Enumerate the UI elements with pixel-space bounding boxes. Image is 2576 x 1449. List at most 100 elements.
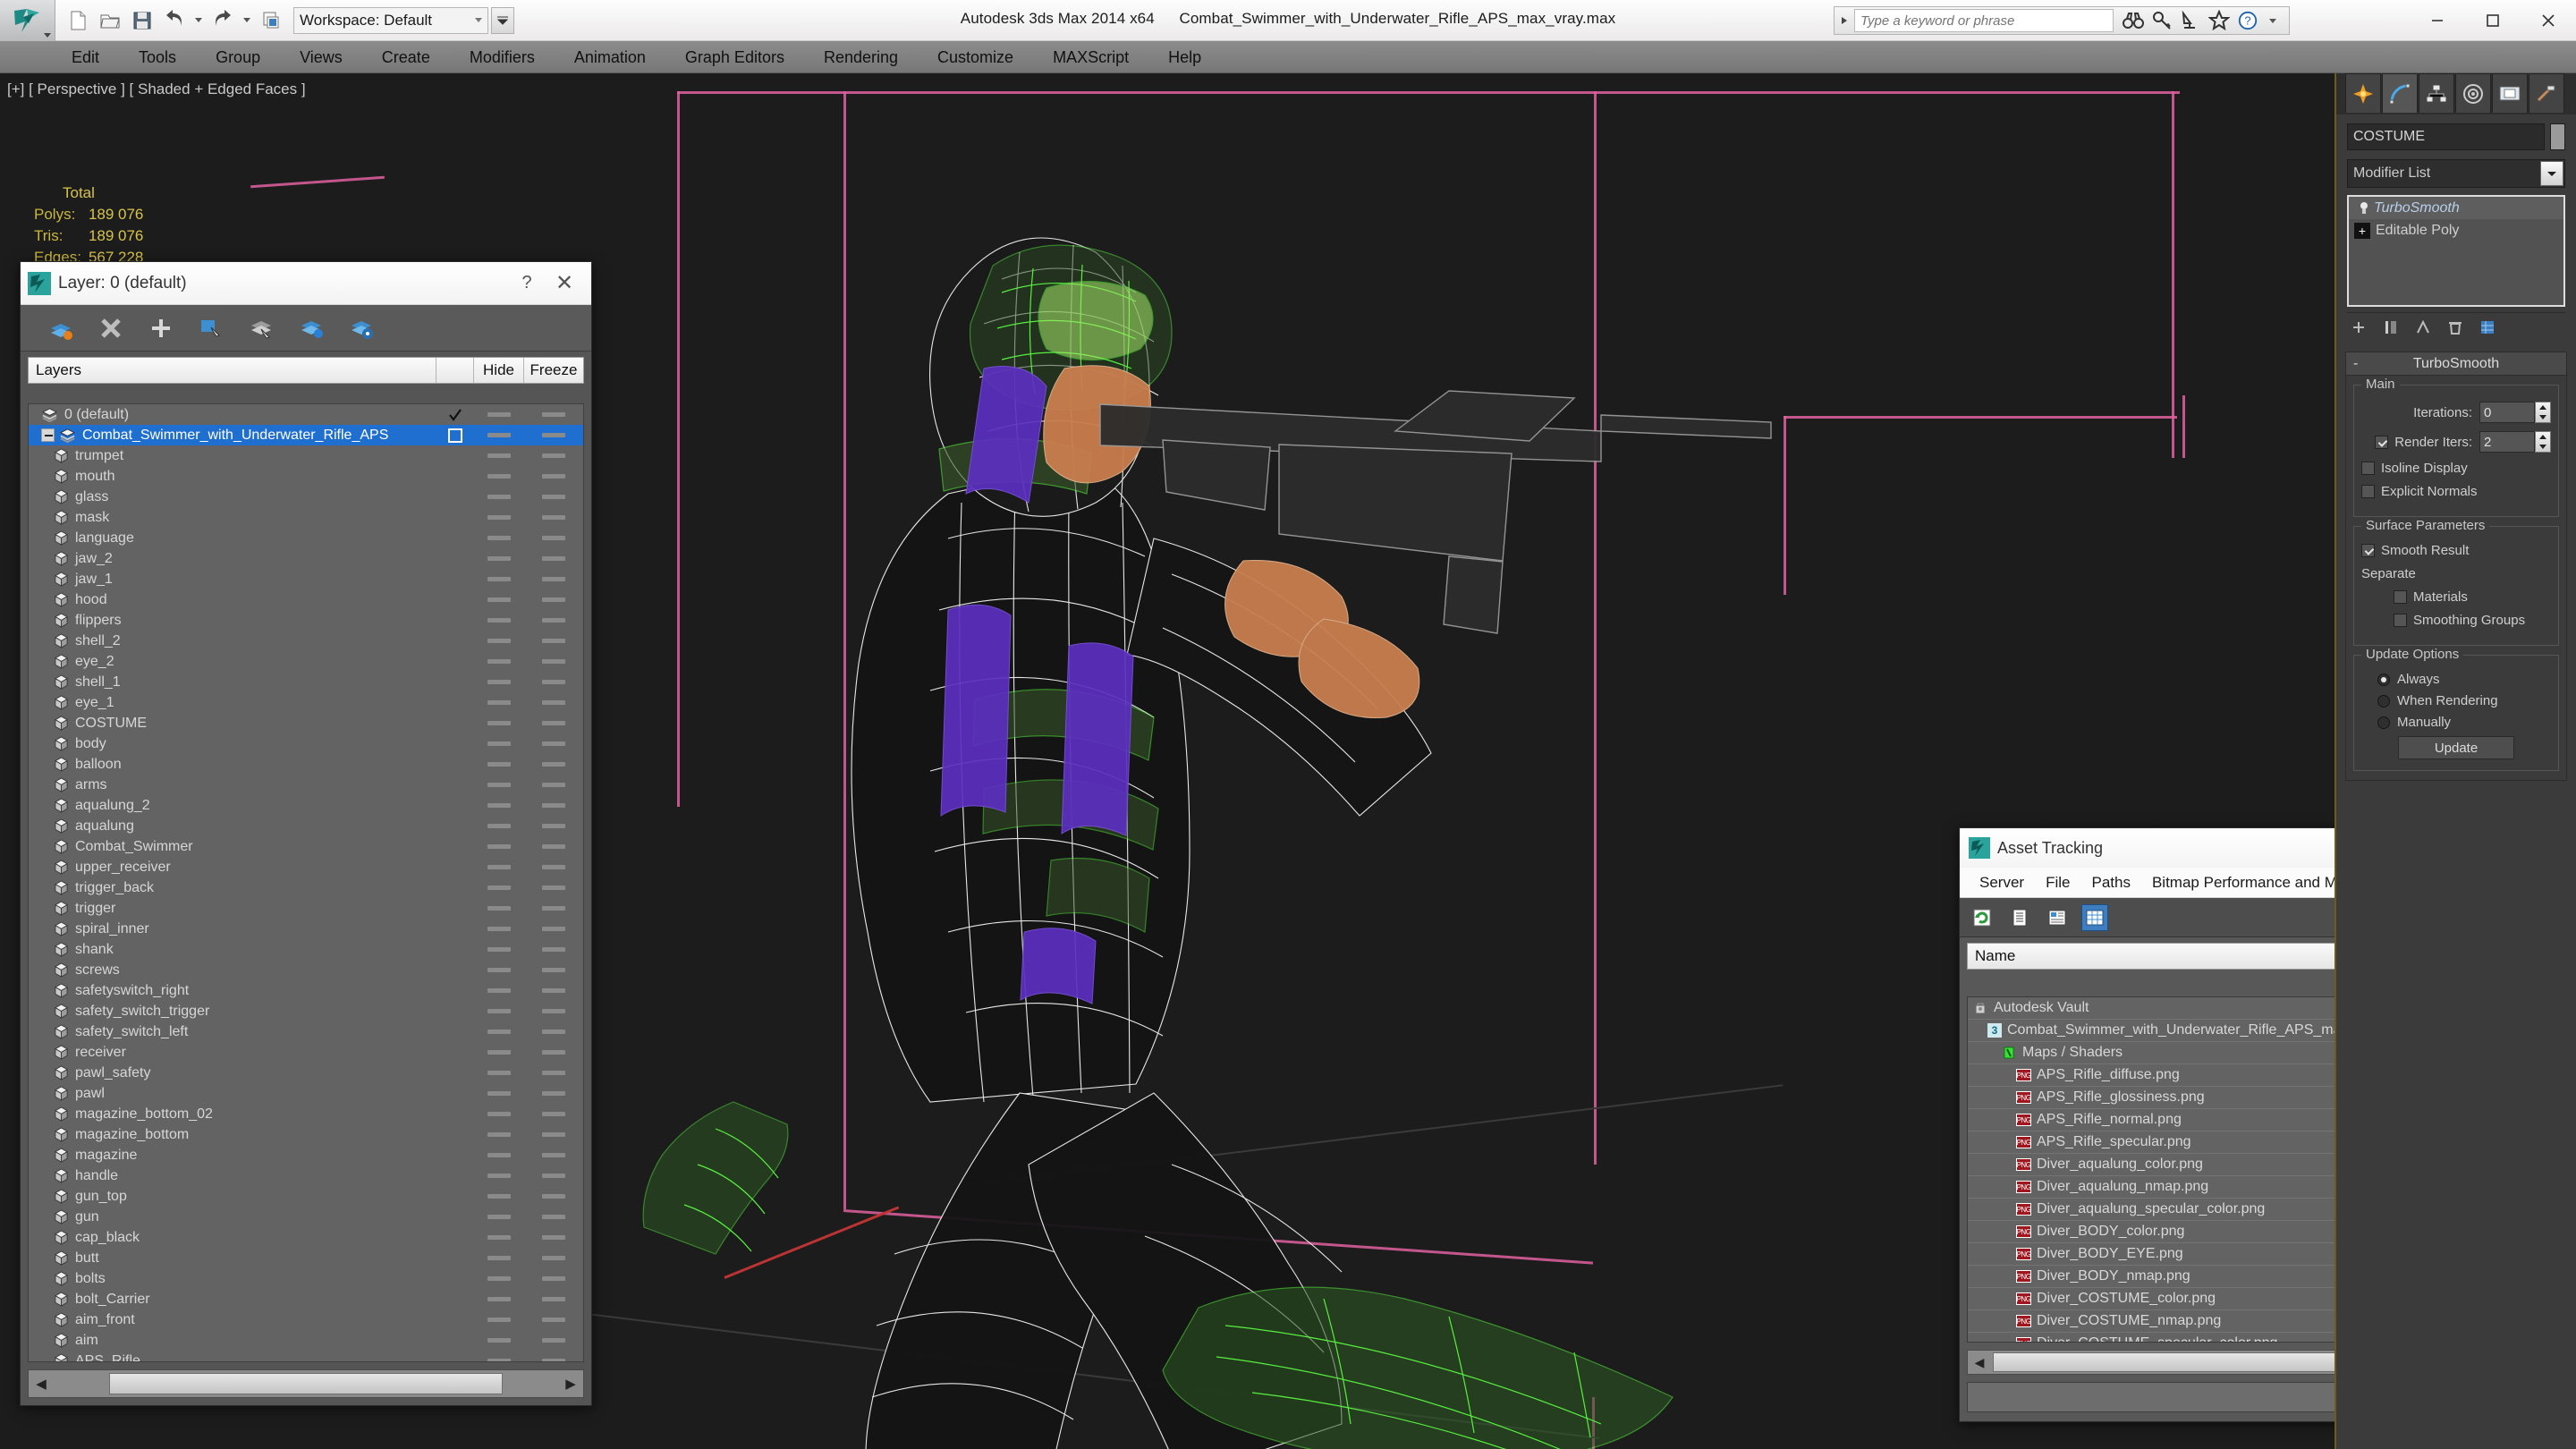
radio-manually-icon[interactable]: [2377, 716, 2390, 729]
binoculars-icon[interactable]: [2123, 10, 2144, 31]
layer-freeze-cell[interactable]: [524, 988, 583, 993]
layer-freeze-cell[interactable]: [524, 474, 583, 479]
expand-plus-icon[interactable]: +: [2354, 222, 2370, 239]
pin-stack-icon[interactable]: [2347, 317, 2370, 338]
layer-freeze-cell[interactable]: [524, 1030, 583, 1034]
layer-manager-dialog[interactable]: Layer: 0 (default) ? ✕ Layers Hide Freez…: [20, 261, 592, 1406]
save-icon[interactable]: [127, 5, 157, 36]
layer-hide-cell[interactable]: [474, 1338, 524, 1343]
scroll-left-arrow-icon[interactable]: ◀: [29, 1376, 54, 1392]
layer-freeze-cell[interactable]: [524, 1276, 583, 1281]
smooth-result-row[interactable]: Smooth Result: [2361, 543, 2551, 558]
layer-freeze-cell[interactable]: [524, 556, 583, 561]
workspace-selector[interactable]: Workspace: Default: [293, 6, 488, 34]
details-view-icon[interactable]: [2044, 904, 2071, 931]
utilities-tab[interactable]: [2529, 73, 2564, 113]
layer-freeze-cell[interactable]: [524, 1338, 583, 1343]
render-iters-spinner[interactable]: [2479, 431, 2551, 453]
layer-freeze-cell[interactable]: [524, 1318, 583, 1322]
layer-freeze-cell[interactable]: [524, 1256, 583, 1260]
rollout-header[interactable]: - TurboSmooth: [2346, 352, 2566, 376]
layer-freeze-cell[interactable]: [524, 453, 583, 458]
menu-item-edit[interactable]: Edit: [52, 41, 119, 73]
workspace-more-button[interactable]: [491, 6, 514, 34]
asset-menu-paths[interactable]: Paths: [2080, 868, 2140, 898]
layer-freeze-cell[interactable]: [524, 659, 583, 664]
layer-hide-cell[interactable]: [474, 1091, 524, 1096]
layer-row[interactable]: gun: [29, 1207, 583, 1227]
layer-freeze-cell[interactable]: [524, 700, 583, 705]
layer-freeze-cell[interactable]: [524, 968, 583, 972]
command-panel[interactable]: Modifier List TurboSmooth + Editable Pol…: [2334, 73, 2576, 1449]
modifier-list-dropdown[interactable]: Modifier List: [2347, 159, 2565, 188]
modify-tab[interactable]: [2382, 73, 2418, 113]
layer-hide-cell[interactable]: [474, 1050, 524, 1055]
layer-hide-cell[interactable]: [474, 1030, 524, 1034]
layer-row[interactable]: jaw_1: [29, 569, 583, 589]
layer-hide-cell[interactable]: [474, 721, 524, 725]
minimize-button[interactable]: [2410, 0, 2465, 41]
layer-row[interactable]: Combat_Swimmer: [29, 836, 583, 857]
object-color-swatch[interactable]: [2550, 123, 2565, 150]
chevron-down-icon[interactable]: [2540, 161, 2563, 186]
layer-freeze-cell[interactable]: [524, 844, 583, 849]
hierarchy-tab[interactable]: [2419, 73, 2454, 113]
layer-hide-cell[interactable]: [474, 1256, 524, 1260]
layer-row[interactable]: eye_2: [29, 651, 583, 672]
undo-dropdown-arrow-icon[interactable]: [195, 18, 202, 22]
menu-item-maxscript[interactable]: MAXScript: [1033, 41, 1148, 73]
remove-modifier-icon[interactable]: [2444, 317, 2467, 338]
layer-row[interactable]: safety_switch_trigger: [29, 1001, 583, 1021]
render-iters-checkbox[interactable]: [2375, 435, 2389, 449]
layer-hide-cell[interactable]: [474, 1297, 524, 1301]
expander-icon[interactable]: [41, 428, 55, 442]
layer-row[interactable]: receiver: [29, 1042, 583, 1063]
layer-hide-cell[interactable]: [474, 577, 524, 581]
layer-freeze-cell[interactable]: [524, 412, 583, 417]
modifier-stack-item-turbosmooth[interactable]: TurboSmooth: [2349, 197, 2563, 219]
layer-hide-cell[interactable]: [474, 495, 524, 499]
layer-row[interactable]: gun_top: [29, 1186, 583, 1207]
layer-freeze-cell[interactable]: [524, 762, 583, 767]
layer-freeze-cell[interactable]: [524, 1297, 583, 1301]
update-mode-when-rendering[interactable]: When Rendering: [2361, 693, 2551, 708]
layer-row[interactable]: shell_1: [29, 672, 583, 692]
layer-hide-cell[interactable]: [474, 618, 524, 623]
layer-row[interactable]: spiral_inner: [29, 919, 583, 939]
layer-row[interactable]: magazine_bottom: [29, 1124, 583, 1145]
select-highlighted-objects-icon[interactable]: [248, 315, 275, 342]
layer-freeze-cell[interactable]: [524, 515, 583, 520]
menu-item-help[interactable]: Help: [1148, 41, 1221, 73]
layer-hide-cell[interactable]: [474, 741, 524, 746]
key-icon[interactable]: [2151, 10, 2173, 31]
layer-hide-cell[interactable]: [474, 1276, 524, 1281]
layer-freeze-cell[interactable]: [524, 577, 583, 581]
layer-freeze-cell[interactable]: [524, 1050, 583, 1055]
search-dropdown-arrow-icon[interactable]: [1835, 7, 1854, 34]
layer-hide-cell[interactable]: [474, 1174, 524, 1178]
help-dropdown-arrow-icon[interactable]: [2269, 18, 2276, 23]
layer-hide-cell[interactable]: [474, 783, 524, 787]
asset-menu-server[interactable]: Server: [1969, 868, 2035, 898]
layer-freeze-cell[interactable]: [524, 721, 583, 725]
lightbulb-icon[interactable]: [2354, 201, 2374, 216]
layer-row[interactable]: shank: [29, 939, 583, 960]
smoothing-groups-checkbox[interactable]: [2394, 614, 2407, 627]
layer-hide-cell[interactable]: [474, 1235, 524, 1240]
configure-sets-icon[interactable]: [2476, 317, 2499, 338]
layer-hide-cell[interactable]: [474, 824, 524, 828]
layer-row[interactable]: bolts: [29, 1268, 583, 1289]
layer-row[interactable]: magazine: [29, 1145, 583, 1165]
layer-row[interactable]: COSTUME: [29, 713, 583, 733]
layer-active-box-icon[interactable]: [436, 428, 474, 444]
asset-menu-file[interactable]: File: [2035, 868, 2080, 898]
render-iters-input[interactable]: [2479, 431, 2535, 453]
new-layer-icon[interactable]: [47, 315, 74, 342]
isoline-display-checkbox[interactable]: [2361, 462, 2375, 475]
layer-row[interactable]: trigger_back: [29, 877, 583, 898]
scroll-left-arrow-icon[interactable]: ◀: [1968, 1355, 1991, 1370]
rollout-collapse-icon[interactable]: -: [2353, 356, 2358, 372]
layer-freeze-cell[interactable]: [524, 783, 583, 787]
modifier-stack[interactable]: TurboSmooth + Editable Poly: [2347, 195, 2565, 307]
layer-hide-cell[interactable]: [474, 906, 524, 911]
